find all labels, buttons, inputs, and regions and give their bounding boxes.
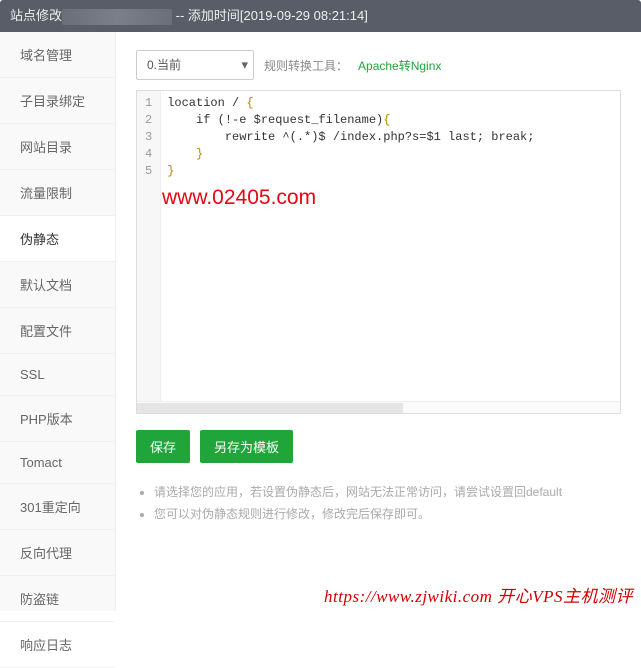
sidebar-item-tomcat[interactable]: Tomact bbox=[0, 442, 115, 484]
toolbar: 0.当前 ▾ 规则转换工具： Apache转Nginx bbox=[136, 50, 621, 80]
sidebar-item-proxy[interactable]: 反向代理 bbox=[0, 530, 115, 576]
sidebar-item-301[interactable]: 301重定向 bbox=[0, 484, 115, 530]
sidebar-item-defaultdoc[interactable]: 默认文档 bbox=[0, 262, 115, 308]
header-suffix: -- 添加时间[2019-09-29 08:21:14] bbox=[172, 8, 368, 23]
sidebar-item-php[interactable]: PHP版本 bbox=[0, 396, 115, 442]
editor-gutter: 12345 bbox=[137, 91, 161, 413]
button-row: 保存 另存为模板 bbox=[136, 430, 621, 463]
main-panel: 0.当前 ▾ 规则转换工具： Apache转Nginx 12345 locati… bbox=[116, 32, 641, 611]
sidebar-item-log[interactable]: 响应日志 bbox=[0, 622, 115, 668]
rewrite-template-select[interactable]: 0.当前 bbox=[136, 50, 254, 80]
scrollbar-thumb[interactable] bbox=[137, 403, 403, 413]
sidebar-item-config[interactable]: 配置文件 bbox=[0, 308, 115, 354]
editor-code[interactable]: location / { if (!-e $request_filename){… bbox=[161, 91, 620, 413]
sidebar-item-ssl[interactable]: SSL bbox=[0, 354, 115, 396]
sidebar-item-webdir[interactable]: 网站目录 bbox=[0, 124, 115, 170]
sidebar-item-traffic[interactable]: 流量限制 bbox=[0, 170, 115, 216]
tips-list: 请选择您的应用，若设置伪静态后，网站无法正常访问，请尝试设置回default 您… bbox=[136, 481, 621, 525]
sidebar-item-domain[interactable]: 域名管理 bbox=[0, 32, 115, 78]
sidebar-item-subdir[interactable]: 子目录绑定 bbox=[0, 78, 115, 124]
code-editor[interactable]: 12345 location / { if (!-e $request_file… bbox=[136, 90, 621, 414]
header-blurred-domain bbox=[62, 9, 172, 25]
sidebar-item-rewrite[interactable]: 伪静态 bbox=[0, 216, 115, 262]
sidebar-item-hotlink[interactable]: 防盗链 bbox=[0, 576, 115, 622]
save-as-template-button[interactable]: 另存为模板 bbox=[200, 430, 293, 463]
sidebar: 域名管理子目录绑定网站目录流量限制伪静态默认文档配置文件SSLPHP版本Toma… bbox=[0, 32, 116, 611]
convert-tool-label: 规则转换工具： bbox=[264, 57, 348, 74]
editor-h-scrollbar[interactable] bbox=[137, 401, 620, 413]
tip-item: 您可以对伪静态规则进行修改，修改完后保存即可。 bbox=[154, 503, 621, 525]
dialog-header: 站点修改 -- 添加时间[2019-09-29 08:21:14] bbox=[0, 0, 641, 32]
header-prefix: 站点修改 bbox=[10, 8, 62, 23]
convert-tool-link[interactable]: Apache转Nginx bbox=[358, 57, 441, 74]
tip-item: 请选择您的应用，若设置伪静态后，网站无法正常访问，请尝试设置回default bbox=[154, 481, 621, 503]
save-button[interactable]: 保存 bbox=[136, 430, 190, 463]
